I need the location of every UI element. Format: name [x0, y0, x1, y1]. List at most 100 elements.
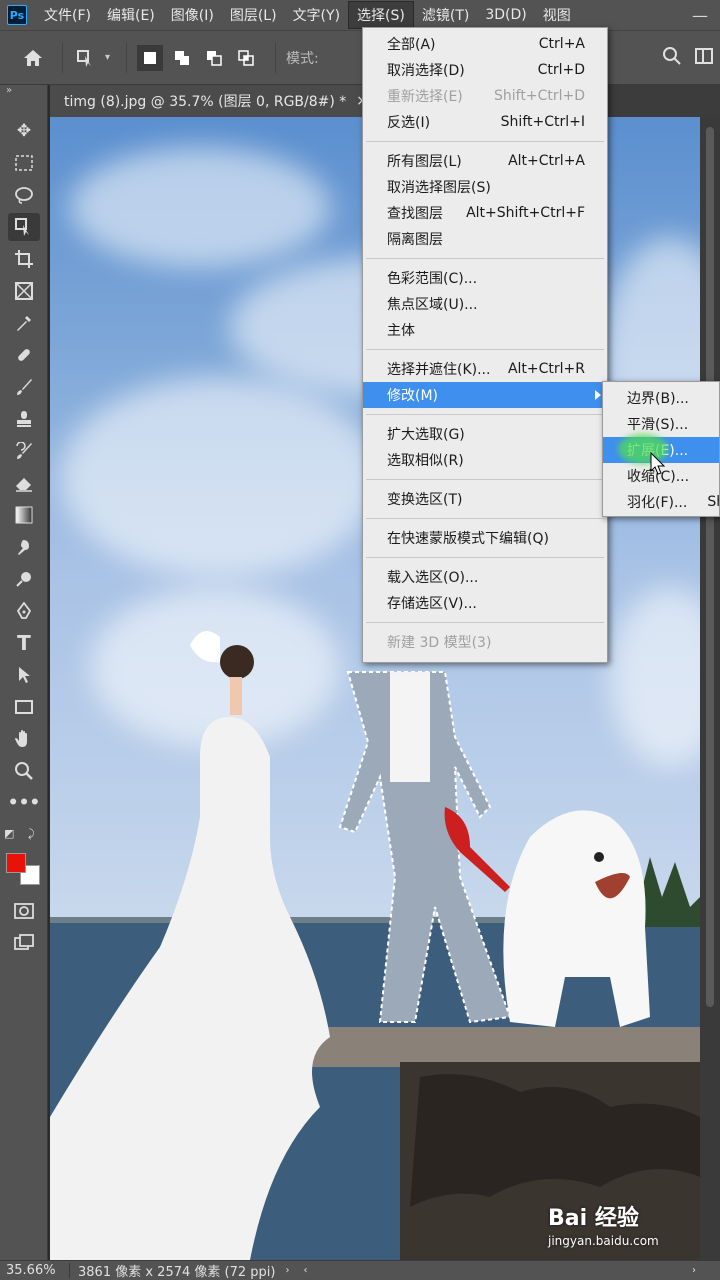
menu-deselect-layers[interactable]: 取消选择图层(S)	[363, 174, 607, 200]
menu-image[interactable]: 图像(I)	[163, 2, 222, 28]
menu-color-range[interactable]: 色彩范围(C)...	[363, 265, 607, 291]
scroll-thumb[interactable]	[706, 127, 714, 1007]
smudge-icon[interactable]	[8, 533, 40, 561]
stamp-icon[interactable]	[8, 405, 40, 433]
add-selection-icon[interactable]	[169, 45, 195, 71]
default-colors-icon[interactable]: ◩	[4, 827, 14, 840]
type-icon[interactable]: T	[8, 629, 40, 657]
rectangle-icon[interactable]	[8, 693, 40, 721]
pen-icon[interactable]	[8, 597, 40, 625]
eraser-icon[interactable]	[8, 469, 40, 497]
menu-load-selection[interactable]: 载入选区(O)...	[363, 564, 607, 590]
menu-separator	[366, 557, 604, 558]
path-select-icon[interactable]	[8, 661, 40, 689]
more-icon[interactable]: •••	[8, 789, 41, 817]
menu-quick-mask[interactable]: 在快速蒙版模式下编辑(Q)	[363, 525, 607, 551]
swap-colors-icon[interactable]: ⤸	[28, 827, 35, 841]
menu-edit[interactable]: 编辑(E)	[99, 2, 163, 28]
menu-grow[interactable]: 扩大选取(G)	[363, 421, 607, 447]
subtract-selection-icon[interactable]	[201, 45, 227, 71]
foreground-color-swatch[interactable]	[6, 853, 26, 873]
menu-isolate-layers[interactable]: 隔离图层	[363, 226, 607, 252]
menu-focus-area[interactable]: 焦点区域(U)...	[363, 291, 607, 317]
menu-item-shortcut: Shift+Ctrl+D	[494, 88, 585, 104]
menu-filter[interactable]: 滤镜(T)	[414, 2, 477, 28]
menu-file[interactable]: 文件(F)	[36, 2, 99, 28]
healing-icon[interactable]	[8, 341, 40, 369]
menu-similar[interactable]: 选取相似(R)	[363, 447, 607, 473]
menu-separator	[366, 622, 604, 623]
menu-select-and-mask[interactable]: 选择并遮住(K)... Alt+Ctrl+R	[363, 356, 607, 382]
screen-mode-icon[interactable]	[8, 929, 40, 957]
search-icon[interactable]	[662, 46, 682, 70]
home-icon[interactable]	[20, 45, 46, 71]
hand-icon[interactable]	[8, 725, 40, 753]
menu-all-layers[interactable]: 所有图层(L) Alt+Ctrl+A	[363, 148, 607, 174]
menu-bar: Ps 文件(F) 编辑(E) 图像(I) 图层(L) 文字(Y) 选择(S) 滤…	[0, 0, 720, 30]
menu-type[interactable]: 文字(Y)	[285, 2, 348, 28]
menu-item-shortcut: Alt+Ctrl+R	[507, 361, 585, 377]
menu-item-label: 选取相似(R)	[387, 453, 464, 469]
menu-save-selection[interactable]: 存储选区(V)...	[363, 590, 607, 616]
tools-panel: » ✥ T ••• ◩ ⤸	[0, 85, 48, 1260]
zoom-icon[interactable]	[8, 757, 40, 785]
dodge-icon[interactable]	[8, 565, 40, 593]
document-tab[interactable]: timg (8).jpg @ 35.7% (图层 0, RGB/8#) * ×	[50, 85, 383, 117]
menu-item-label: 羽化(F)...	[627, 495, 688, 511]
menu-select[interactable]: 选择(S)	[348, 1, 414, 29]
menu-item-label: 取消选择图层(S)	[387, 180, 491, 196]
menu-find-layers[interactable]: 查找图层 Alt+Shift+Ctrl+F	[363, 200, 607, 226]
menu-select-all[interactable]: 全部(A) Ctrl+A	[363, 31, 607, 57]
intersect-selection-icon[interactable]	[233, 45, 259, 71]
submenu-feather[interactable]: 羽化(F)... Sh	[603, 489, 719, 515]
watermark-brand: Bai 经验	[548, 1206, 639, 1231]
tool-preset-icon[interactable]	[73, 45, 99, 71]
menu-view[interactable]: 视图	[535, 2, 579, 28]
document-tab-title: timg (8).jpg @ 35.7% (图层 0, RGB/8#) *	[64, 94, 347, 110]
marquee-icon[interactable]	[8, 149, 40, 177]
quick-mask-icon[interactable]	[8, 897, 40, 925]
menu-item-shortcut: Shift+Ctrl+I	[500, 114, 585, 130]
submenu-smooth[interactable]: 平滑(S)...	[603, 411, 719, 437]
vertical-scrollbar[interactable]	[700, 117, 720, 1260]
gradient-icon[interactable]	[8, 501, 40, 529]
status-bar: 35.66% 3861 像素 x 2574 像素 (72 ppi) › ‹ ›	[0, 1260, 720, 1280]
move-icon[interactable]: ✥	[8, 117, 40, 145]
new-selection-icon[interactable]	[137, 44, 164, 71]
menu-layer[interactable]: 图层(L)	[222, 2, 285, 28]
menu-modify[interactable]: 修改(M)	[363, 382, 607, 408]
menu-item-label: 变换选区(T)	[387, 492, 463, 508]
menu-item-shortcut: Sh	[707, 494, 719, 510]
submenu-border[interactable]: 边界(B)...	[603, 385, 719, 411]
chevron-left-icon[interactable]: ‹	[303, 1265, 307, 1276]
quick-select-icon[interactable]	[8, 213, 40, 241]
menu-item-label: 主体	[387, 323, 415, 339]
menu-item-shortcut: Alt+Shift+Ctrl+F	[466, 205, 585, 221]
menu-inverse[interactable]: 反选(I) Shift+Ctrl+I	[363, 109, 607, 135]
chevron-right-icon[interactable]: ›	[285, 1265, 289, 1276]
menu-item-label: 反选(I)	[387, 115, 431, 131]
lasso-icon[interactable]	[8, 181, 40, 209]
menu-item-shortcut: Alt+Ctrl+A	[508, 153, 585, 169]
chevron-down-icon[interactable]: ▾	[105, 52, 110, 63]
history-brush-icon[interactable]	[8, 437, 40, 465]
photoshop-logo-icon: Ps	[7, 5, 27, 25]
submenu-arrow-icon	[595, 390, 601, 400]
menu-transform-selection[interactable]: 变换选区(T)	[363, 486, 607, 512]
menu-subject[interactable]: 主体	[363, 317, 607, 343]
minimize-icon[interactable]: —	[692, 6, 708, 25]
menu-item-label: 所有图层(L)	[387, 154, 462, 170]
menu-deselect[interactable]: 取消选择(D) Ctrl+D	[363, 57, 607, 83]
menu-item-label: 新建 3D 模型(3)	[387, 635, 492, 651]
workspace-icon[interactable]	[694, 46, 714, 70]
eyedropper-icon[interactable]	[8, 309, 40, 337]
collapse-icon[interactable]: »	[6, 85, 12, 96]
brush-icon[interactable]	[8, 373, 40, 401]
frame-icon[interactable]	[8, 277, 40, 305]
zoom-level[interactable]: 35.66%	[6, 1263, 70, 1278]
menu-3d[interactable]: 3D(D)	[477, 4, 534, 26]
crop-icon[interactable]	[8, 245, 40, 273]
menu-item-label: 载入选区(O)...	[387, 570, 479, 586]
separator	[62, 42, 63, 73]
chevron-right-icon[interactable]: ›	[692, 1265, 696, 1276]
